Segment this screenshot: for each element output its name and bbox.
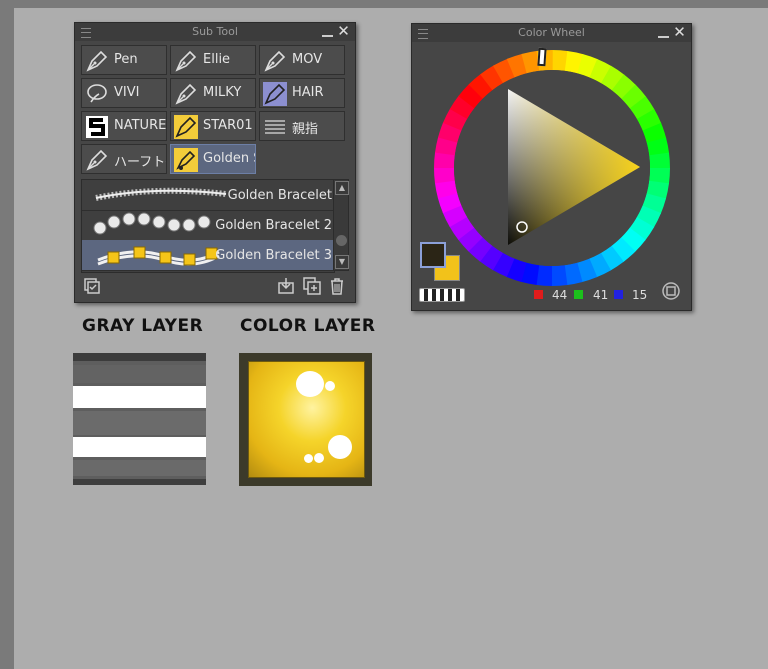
pen-nib-icon: [174, 82, 198, 106]
saturation-value-triangle[interactable]: [506, 87, 644, 247]
green-value: 41: [593, 288, 609, 302]
tool-label: Golden S: [203, 151, 256, 166]
gray-layer-label: GRAY LAYER: [82, 316, 204, 336]
tool-label: HAIR: [292, 85, 324, 100]
panel-menu-icon[interactable]: [81, 28, 91, 38]
s-block-icon: [85, 115, 109, 139]
hue-handle[interactable]: [537, 47, 547, 67]
color-layer-preview: [239, 353, 372, 486]
pen-nib-icon: [174, 115, 198, 139]
panel-title: Color Wheel: [518, 26, 585, 39]
green-indicator-icon: [574, 290, 583, 299]
close-icon[interactable]: ✕: [337, 24, 350, 39]
brush-label: Golden Bracelet: [227, 188, 332, 203]
tool-button[interactable]: NATURE: [81, 111, 167, 141]
main-color-swatch[interactable]: [420, 242, 446, 268]
decoration-brush-icon: [174, 148, 198, 172]
color-wheel-titlebar[interactable]: Color Wheel ✕: [412, 24, 691, 42]
brush-preview: [97, 246, 220, 266]
scroll-up-icon[interactable]: ▲: [335, 181, 349, 195]
brush-list-scrollbar[interactable]: ▲ ▼: [333, 179, 349, 271]
tool-settings-icon[interactable]: [83, 277, 101, 295]
red-value: 44: [552, 288, 568, 302]
minimize-icon[interactable]: [322, 26, 333, 38]
blue-value: 15: [632, 288, 648, 302]
lines-icon: [263, 115, 287, 139]
tool-label: Ellie: [203, 52, 231, 67]
tool-label: VIVI: [114, 85, 140, 100]
trash-icon[interactable]: [328, 277, 346, 295]
pen-nib-icon: [263, 49, 287, 73]
color-mode-icon[interactable]: [662, 282, 680, 300]
duplicate-icon[interactable]: [303, 277, 321, 295]
leaf-brush-icon: [85, 82, 109, 106]
tool-button[interactable]: MILKY: [170, 78, 256, 108]
import-icon[interactable]: [277, 277, 295, 295]
scroll-down-icon[interactable]: ▼: [335, 255, 349, 269]
tool-label: ハーフト～: [114, 155, 166, 170]
panel-menu-icon[interactable]: [418, 29, 428, 39]
brush-label: Golden Bracelet 2: [215, 218, 332, 233]
close-icon[interactable]: ✕: [673, 25, 686, 40]
tool-label: MILKY: [203, 85, 242, 100]
color-wheel-panel: Color Wheel ✕ 44 41 15: [411, 23, 692, 311]
tool-button[interactable]: Pen: [81, 45, 167, 75]
tool-label: NATURE: [114, 118, 167, 133]
tool-label: MOV: [292, 52, 323, 67]
transparent-color-icon[interactable]: [419, 288, 465, 302]
tool-label: STAR01: [203, 118, 253, 133]
panel-title: Sub Tool: [192, 25, 238, 38]
gray-layer-preview: [73, 353, 206, 485]
brush-list: Golden Bracelet Golden Bracelet 2 Golden…: [81, 179, 335, 273]
tool-button[interactable]: Golden S: [170, 144, 256, 174]
tool-button[interactable]: Ellie: [170, 45, 256, 75]
brush-label: Golden Bracelet 3: [215, 248, 332, 263]
tool-button[interactable]: STAR01: [170, 111, 256, 141]
blue-indicator-icon: [614, 290, 623, 299]
pen-nib-icon: [263, 82, 287, 106]
color-layer-label: COLOR LAYER: [240, 316, 376, 336]
brush-item-selected[interactable]: Golden Bracelet 3: [82, 240, 334, 271]
brush-item[interactable]: Golden Bracelet 2: [82, 210, 334, 241]
red-indicator-icon: [534, 290, 543, 299]
tool-button[interactable]: VIVI: [81, 78, 167, 108]
tool-button[interactable]: MOV: [259, 45, 345, 75]
pen-nib-icon: [85, 49, 109, 73]
tool-label: Pen: [114, 52, 138, 67]
scroll-thumb[interactable]: [336, 235, 347, 246]
tool-button[interactable]: ハーフト～: [81, 144, 167, 174]
tool-label: 親指: [292, 122, 319, 137]
sub-tool-panel: Sub Tool ✕ Pen Ellie MOV VIVI MILKY HAIR NATUR…: [74, 22, 356, 303]
tool-button[interactable]: HAIR: [259, 78, 345, 108]
brush-preview: [93, 212, 211, 235]
sub-tool-titlebar[interactable]: Sub Tool ✕: [75, 23, 355, 41]
minimize-icon[interactable]: [658, 27, 669, 39]
brush-preview: [95, 187, 227, 201]
pen-nib-icon: [174, 49, 198, 73]
brush-item[interactable]: Golden Bracelet: [82, 180, 334, 211]
pen-nib-icon: [85, 148, 109, 172]
tool-button[interactable]: 親指: [259, 111, 345, 141]
